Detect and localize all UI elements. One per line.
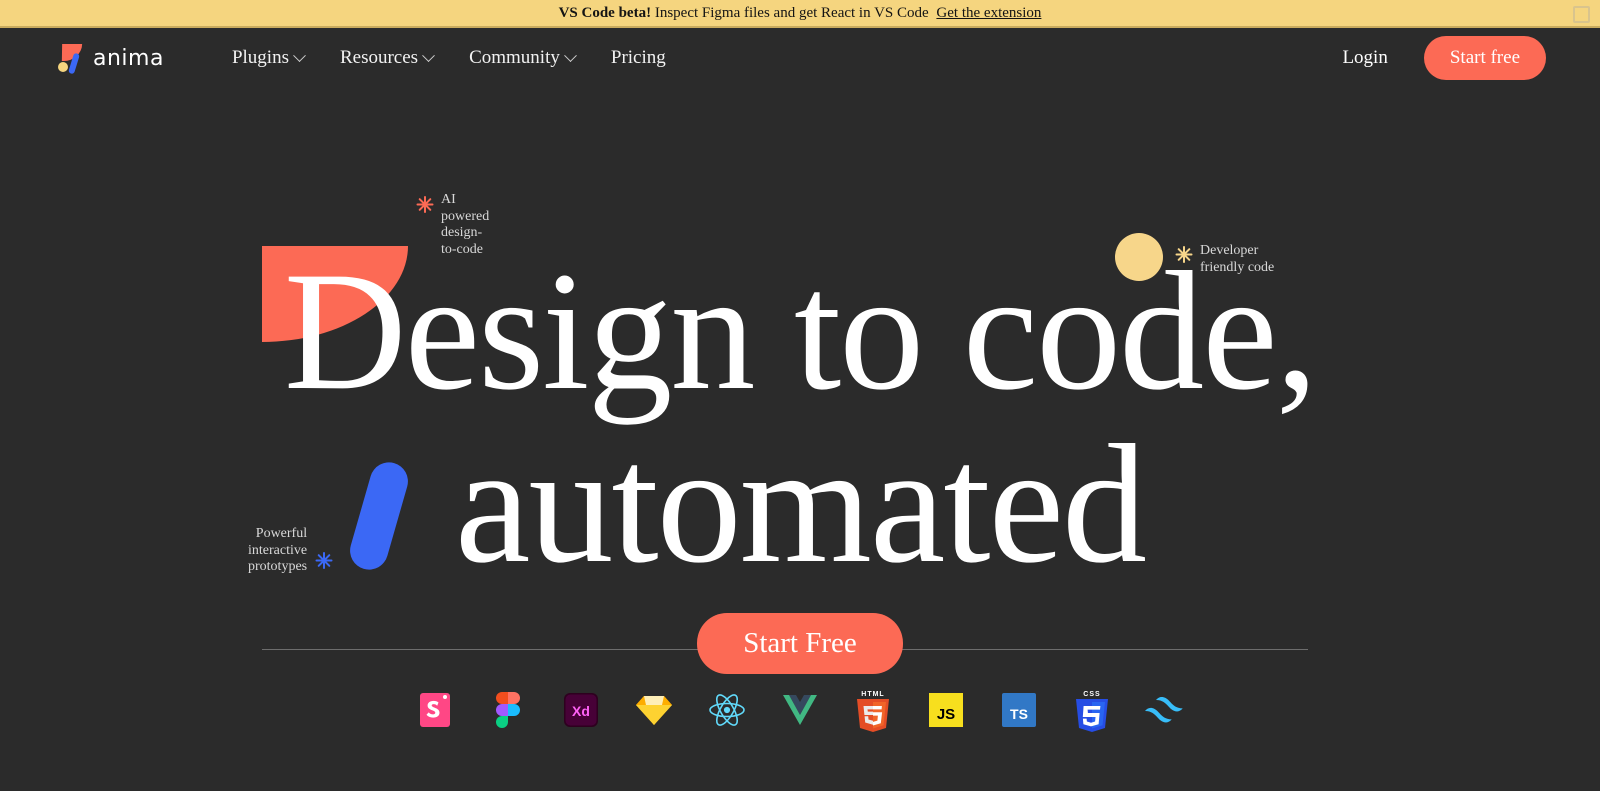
sketch-logo-icon[interactable] [634, 686, 674, 734]
annotation-developer-friendly: Developer friendly code [1175, 243, 1274, 276]
tailwind-logo-icon[interactable] [1145, 686, 1185, 734]
brand-logo[interactable]: anima [54, 43, 164, 75]
hero-section: AI powered design- to-code Developer fri… [0, 88, 1600, 674]
chevron-down-icon [564, 48, 577, 62]
headline-line-1: Design to code, [283, 237, 1318, 425]
nav-item-label: Pricing [610, 47, 666, 68]
headline-line-2: automated [454, 409, 1147, 598]
promo-banner-link[interactable]: Get the extension [936, 5, 1041, 21]
css3-logo-icon[interactable]: CSS [1072, 686, 1112, 734]
react-logo-icon[interactable] [707, 686, 747, 734]
logo-dot-shape [58, 62, 68, 72]
annotation-label: AI powered design- to-code [441, 192, 490, 257]
nav-item-resources[interactable]: Resources [339, 47, 435, 69]
annotation-powerful-prototypes: Powerful interactive prototypes [248, 526, 332, 576]
start-free-button[interactable]: Start free [1423, 36, 1546, 80]
annotation-ai-powered: AI powered design- to-code [416, 192, 489, 258]
nav-item-label: Plugins [231, 47, 289, 68]
blue-slash-shape [345, 457, 413, 575]
typescript-logo-icon[interactable]: TS [999, 686, 1039, 734]
main-nav: Plugins Resources Community Pricing [232, 47, 666, 69]
red-wedge-shape [262, 246, 408, 342]
html5-logo-icon[interactable]: HTML [853, 686, 893, 734]
svg-text:CSS: CSS [1083, 691, 1100, 698]
login-link[interactable]: Login [1342, 47, 1387, 69]
chevron-down-icon [422, 48, 435, 62]
integration-logo-strip: Xd HTML JS TS CSS [0, 686, 1600, 734]
svg-text:TS: TS [1010, 706, 1028, 722]
sparkle-icon [416, 196, 433, 213]
storybook-logo-icon[interactable] [415, 686, 455, 734]
nav-item-community[interactable]: Community [469, 47, 577, 69]
site-header: anima Plugins Resources Community Pricin… [0, 28, 1600, 88]
promo-banner-text: VS Code beta! Inspect Figma files and ge… [559, 5, 1042, 22]
javascript-logo-icon[interactable]: JS [926, 686, 966, 734]
anima-logo-icon [54, 43, 84, 75]
chevron-down-icon [293, 48, 306, 62]
annotation-label: Developer friendly code [1200, 243, 1275, 275]
nav-item-label: Community [469, 47, 560, 68]
promo-banner-message: Inspect Figma files and get React in VS … [654, 4, 929, 21]
svg-text:JS: JS [937, 706, 955, 723]
adobe-xd-logo-icon[interactable]: Xd [561, 686, 601, 734]
close-icon[interactable] [1573, 6, 1590, 23]
brand-name: anima [93, 45, 164, 71]
annotation-label: Powerful interactive prototypes [248, 526, 308, 575]
hero-start-free-button[interactable]: Start Free [697, 613, 903, 674]
figma-logo-icon[interactable] [488, 686, 528, 734]
yellow-dot-shape [1115, 233, 1163, 281]
nav-item-pricing[interactable]: Pricing [611, 47, 666, 69]
nav-item-plugins[interactable]: Plugins [231, 47, 306, 69]
promo-banner-strong: VS Code beta! [558, 4, 652, 21]
header-actions: Login Start free [1342, 36, 1546, 80]
vue-logo-icon[interactable] [780, 686, 820, 734]
promo-banner: VS Code beta! Inspect Figma files and ge… [0, 0, 1600, 28]
svg-text:Xd: Xd [572, 703, 590, 719]
svg-text:HTML: HTML [861, 691, 884, 698]
sparkle-icon [315, 552, 332, 569]
hero-cta-wrapper: Start Free [0, 613, 1600, 674]
nav-item-label: Resources [339, 47, 419, 68]
page-title: Design to code, automated [0, 237, 1600, 598]
sparkle-icon [1175, 246, 1192, 263]
